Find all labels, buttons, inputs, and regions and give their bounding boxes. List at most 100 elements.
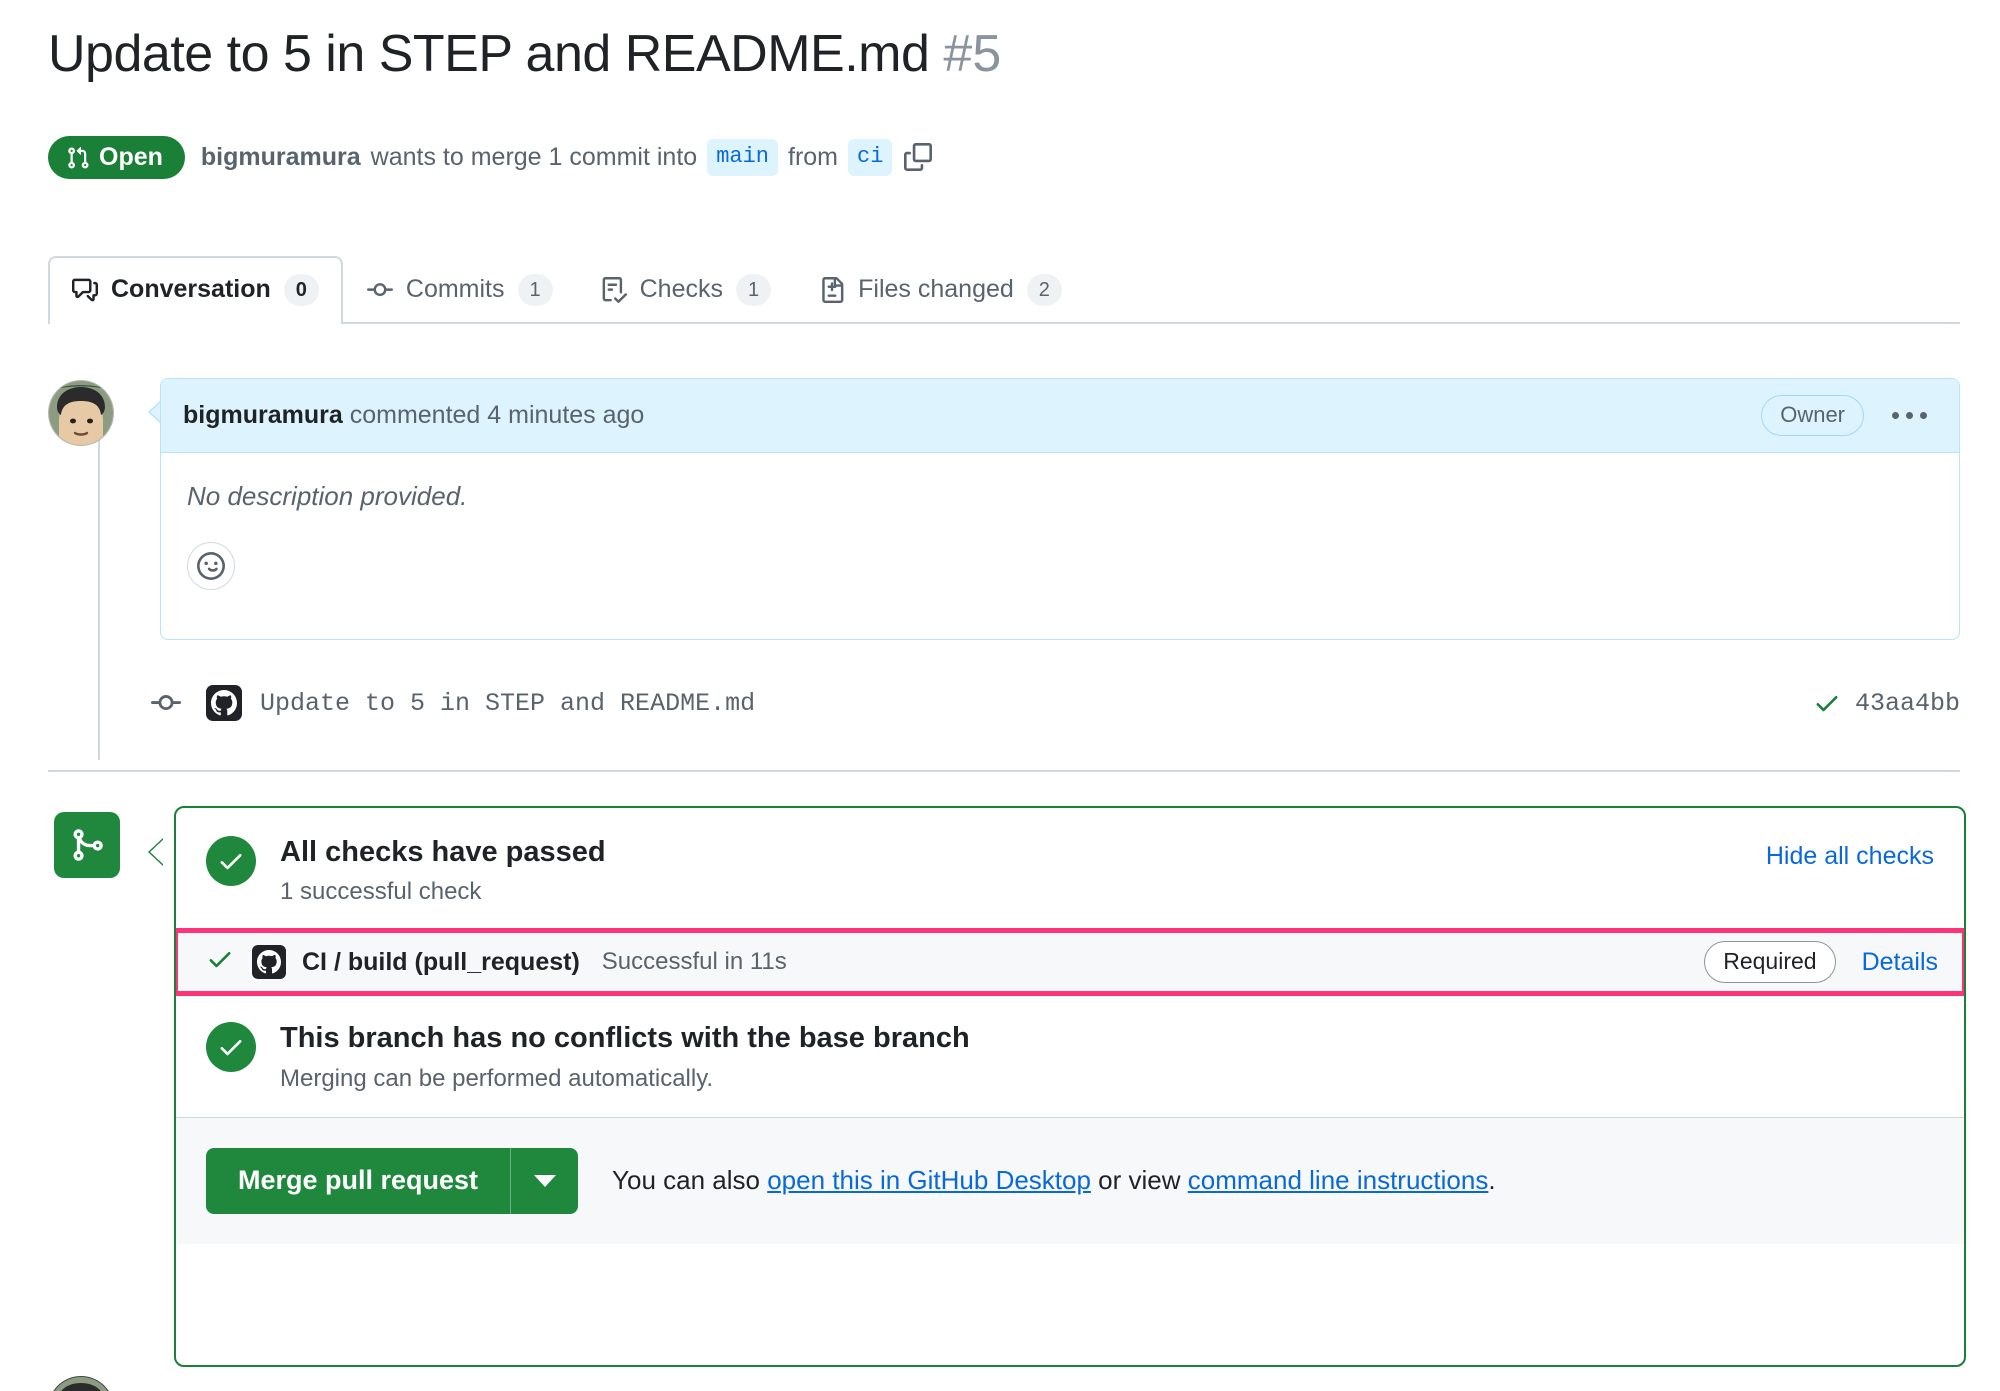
commit-message[interactable]: Update to 5 in STEP and README.md	[260, 689, 755, 718]
comment-meta: commented 4 minutes ago	[349, 401, 645, 429]
base-branch-chip[interactable]: main	[707, 139, 778, 176]
comment-discussion-icon	[72, 278, 98, 302]
check-circle-icon	[206, 836, 256, 886]
merge-dropdown-button[interactable]	[510, 1147, 579, 1214]
page-title: Update to 5 in STEP and README.md #5	[48, 25, 1002, 83]
conflicts-row: This branch has no conflicts with the ba…	[206, 1020, 1934, 1092]
avatar[interactable]	[48, 380, 114, 446]
check-icon	[206, 945, 234, 979]
tab-checks-label: Checks	[639, 275, 723, 304]
tab-checks[interactable]: Checks 1	[577, 256, 796, 322]
kebab-dot-1	[1892, 411, 1899, 419]
comment-box: bigmuramura commented 4 minutes ago Owne…	[160, 378, 1960, 640]
file-diff-icon	[822, 277, 844, 303]
checks-summary-row: All checks have passed 1 successful chec…	[206, 834, 1934, 906]
merge-button-group: Merge pull request	[206, 1147, 579, 1214]
comment-byline: bigmuramura commented 4 minutes ago	[183, 401, 644, 430]
comment-author[interactable]: bigmuramura	[183, 401, 343, 429]
merge-footer: Merge pull request You can also open thi…	[176, 1116, 1964, 1244]
smiley-icon[interactable]	[187, 542, 235, 590]
check-circle-icon	[206, 1022, 256, 1073]
copy-glyph-icon	[904, 143, 933, 172]
status-badge-label: Open	[99, 143, 163, 171]
git-commit-icon	[366, 283, 393, 297]
pull-request-page: Update to 5 in STEP and README.md #5 Ope…	[0, 0, 2000, 1391]
git-commit-node-icon	[148, 688, 184, 718]
checks-list: CI / build (pull_request) Successful in …	[176, 928, 1964, 997]
owner-badge: Owner	[1761, 395, 1864, 436]
git-merge-icon	[54, 812, 120, 878]
required-badge: Required	[1704, 941, 1836, 984]
merge-box-tail-fill	[150, 838, 165, 866]
next-timeline-avatar[interactable]	[48, 1376, 114, 1391]
github-mark-icon[interactable]	[206, 685, 242, 721]
timeline-divider	[48, 770, 1960, 772]
github-mark-glyph-icon	[257, 950, 281, 974]
command-line-instructions-link[interactable]: command line instructions	[1188, 1165, 1489, 1195]
comment-body: No description provided.	[161, 453, 1959, 590]
conflicts-section: This branch has no conflicts with the ba…	[176, 993, 1964, 1116]
merge-pull-request-button[interactable]: Merge pull request	[206, 1147, 511, 1214]
commit-meta: 43aa4bb	[1813, 689, 1960, 718]
check-details-link[interactable]: Details	[1862, 948, 1938, 977]
hide-all-checks-link[interactable]: Hide all checks	[1766, 834, 1934, 871]
checks-summary-subtitle: 1 successful check	[280, 878, 482, 906]
tab-files-changed-label: Files changed	[858, 275, 1014, 304]
pr-byline-from: from	[788, 142, 838, 171]
tab-checks-count: 1	[736, 274, 772, 306]
git-pull-request-icon	[68, 146, 89, 169]
tab-files-changed[interactable]: Files changed 2	[795, 256, 1086, 322]
tab-files-changed-count: 2	[1026, 274, 1062, 306]
pr-author[interactable]: bigmuramura	[201, 143, 361, 172]
head-branch-chip[interactable]: ci	[848, 139, 893, 176]
comment-text: No description provided.	[187, 481, 468, 511]
avatar-image	[49, 381, 113, 445]
git-commit-glyph-icon	[151, 695, 181, 711]
timeline-rail	[98, 420, 100, 760]
kebab-dot-3	[1920, 411, 1927, 419]
pr-number: #5	[943, 25, 1002, 83]
checklist-icon	[602, 277, 627, 303]
pr-title-text: Update to 5 in STEP and README.md	[48, 25, 930, 83]
github-mark-icon	[252, 945, 286, 980]
tab-conversation[interactable]: Conversation 0	[48, 256, 343, 324]
check-status: Successful in 11s	[601, 948, 787, 976]
commit-sha[interactable]: 43aa4bb	[1855, 689, 1960, 718]
footer-note-prefix: You can also	[612, 1165, 768, 1195]
check-glyph-icon	[220, 854, 242, 870]
commit-row: Update to 5 in STEP and README.md 43aa4b…	[148, 668, 1960, 738]
tab-conversation-label: Conversation	[111, 275, 271, 304]
tab-commits-label: Commits	[405, 275, 505, 304]
pr-status-row: Open bigmuramura wants to merge 1 commit…	[48, 136, 934, 179]
check-row-actions: Required Details	[1704, 941, 1938, 984]
check-name[interactable]: CI / build (pull_request)	[302, 948, 580, 977]
conflicts-text: This branch has no conflicts with the ba…	[280, 1020, 970, 1092]
pr-byline: bigmuramura wants to merge 1 commit into…	[201, 139, 935, 176]
check-glyph-icon	[220, 1040, 242, 1056]
checks-summary-text: All checks have passed 1 successful chec…	[280, 834, 606, 906]
smiley-glyph-icon	[197, 552, 225, 580]
status-badge: Open	[48, 136, 185, 179]
triangle-down-icon	[533, 1174, 556, 1187]
copy-icon[interactable]	[902, 141, 934, 173]
checks-summary-title: All checks have passed	[280, 836, 606, 868]
check-row[interactable]: CI / build (pull_request) Successful in …	[176, 928, 1964, 997]
kebab-horizontal-icon[interactable]	[1886, 406, 1933, 425]
check-glyph-icon	[209, 952, 231, 968]
tab-commits[interactable]: Commits 1	[343, 256, 577, 322]
avatar-image	[49, 1377, 113, 1391]
comment-header-actions: Owner	[1761, 395, 1933, 436]
github-mark-glyph-icon	[211, 690, 237, 716]
git-merge-glyph-icon	[73, 829, 103, 861]
check-icon	[1816, 696, 1838, 712]
conflicts-subtitle: Merging can be performed automatically.	[280, 1064, 714, 1092]
pr-tabs: Conversation 0 Commits 1 Checks 1 Files …	[48, 256, 1960, 324]
open-in-github-desktop-link[interactable]: open this in GitHub Desktop	[767, 1165, 1091, 1195]
conflicts-title: This branch has no conflicts with the ba…	[280, 1022, 970, 1055]
footer-note-suffix: .	[1488, 1165, 1496, 1195]
footer-note-mid: or view	[1090, 1165, 1188, 1195]
comment-header: bigmuramura commented 4 minutes ago Owne…	[161, 379, 1959, 453]
tab-commits-count: 1	[517, 274, 553, 306]
kebab-dot-2	[1906, 411, 1913, 419]
pr-byline-mid: wants to merge 1 commit into	[370, 142, 698, 171]
